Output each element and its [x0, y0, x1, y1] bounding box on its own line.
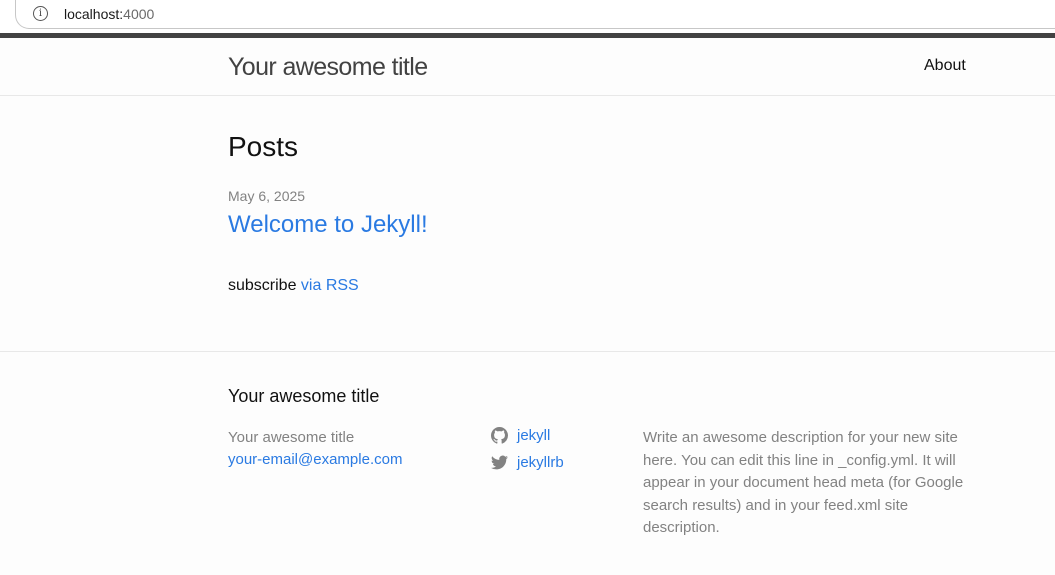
post-title-link[interactable]: Welcome to Jekyll! — [228, 211, 428, 239]
nav-link-about[interactable]: About — [924, 57, 966, 75]
subscribe-line: subscribe via RSS — [228, 277, 359, 295]
site-footer: Your awesome title Your awesome title yo… — [0, 351, 1055, 575]
url-port: 4000 — [123, 6, 155, 22]
site-title-link[interactable]: Your awesome title — [228, 53, 428, 82]
twitter-link[interactable]: jekyllrb — [517, 453, 564, 473]
url-host: localhost: — [64, 6, 124, 22]
email-link[interactable]: your-email@example.com — [228, 451, 402, 468]
footer-site-name: Your awesome title — [228, 429, 355, 446]
github-link[interactable]: jekyll — [517, 426, 550, 446]
url-text[interactable]: localhost:4000 — [64, 6, 154, 22]
github-icon — [491, 427, 508, 444]
info-icon[interactable]: i — [33, 6, 48, 21]
post-date: May 6, 2025 — [228, 188, 306, 204]
site-header: Your awesome title About — [0, 33, 1055, 96]
footer-contact: Your awesome title your-email@example.co… — [228, 427, 402, 471]
twitter-icon — [491, 455, 508, 470]
rss-link[interactable]: via RSS — [301, 277, 359, 294]
page-heading: Posts — [228, 131, 299, 162]
browser-toolbar: i localhost:4000 — [0, 0, 1055, 33]
footer-heading: Your awesome title — [228, 386, 380, 406]
site-description: Write an awesome description for your ne… — [643, 429, 964, 536]
subscribe-label: subscribe — [228, 277, 301, 294]
address-bar[interactable]: i localhost:4000 — [15, 0, 1055, 29]
